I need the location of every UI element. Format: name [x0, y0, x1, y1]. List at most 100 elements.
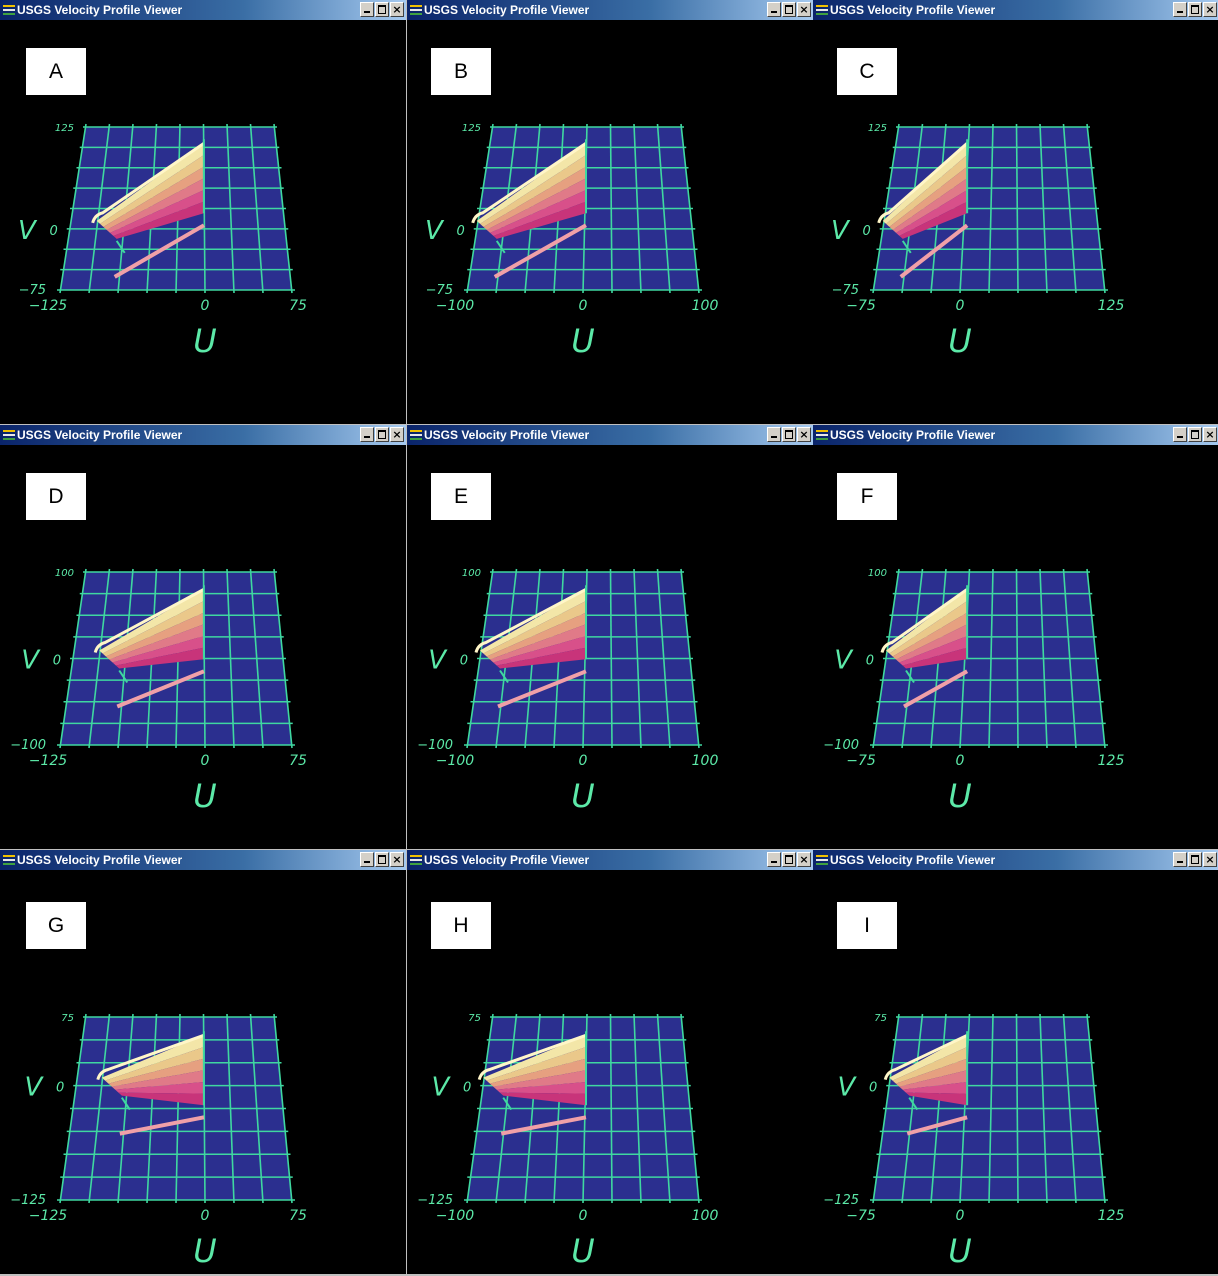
window-controls: ×: [767, 427, 811, 442]
close-icon: ×: [392, 853, 402, 866]
minimize-button[interactable]: [1173, 427, 1187, 442]
u-axis-label: U: [193, 1232, 216, 1270]
v-axis-label: V: [834, 646, 854, 676]
title-bar[interactable]: USGS Velocity Profile Viewer ×: [813, 850, 1218, 870]
maximize-button[interactable]: [782, 427, 796, 442]
title-bar[interactable]: USGS Velocity Profile Viewer ×: [0, 425, 406, 445]
app-icon: [410, 430, 422, 440]
maximize-button[interactable]: [1188, 852, 1202, 867]
u-tick-label: −100: [436, 753, 475, 769]
maximize-icon: [785, 855, 793, 864]
close-button[interactable]: ×: [390, 2, 404, 17]
title-bar[interactable]: USGS Velocity Profile Viewer ×: [407, 425, 813, 445]
close-button[interactable]: ×: [1203, 852, 1217, 867]
close-icon: ×: [799, 853, 809, 866]
u-axis-label: U: [948, 1232, 971, 1270]
window-title: USGS Velocity Profile Viewer: [830, 428, 996, 442]
minimize-button[interactable]: [767, 2, 781, 17]
minimize-icon: [771, 861, 777, 863]
close-button[interactable]: ×: [390, 852, 404, 867]
window-controls: ×: [767, 2, 811, 17]
u-tick-label: 125: [1098, 298, 1125, 314]
close-icon: ×: [392, 3, 402, 16]
u-axis-label: U: [193, 777, 216, 815]
title-bar[interactable]: USGS Velocity Profile Viewer ×: [407, 0, 813, 20]
app-icon: [816, 5, 828, 15]
minimize-button[interactable]: [1173, 2, 1187, 17]
title-bar[interactable]: USGS Velocity Profile Viewer ×: [407, 850, 813, 870]
plot-viewport: −100 0 100 100 0 −100 U V E: [407, 445, 813, 845]
close-icon: ×: [1205, 3, 1215, 16]
u-tick-label: −75: [846, 298, 876, 314]
plot-viewport: −100 0 100 75 0 −125 U V H: [407, 870, 813, 1270]
v-tick-label: 0: [869, 1081, 877, 1096]
close-button[interactable]: ×: [797, 852, 811, 867]
u-tick-label: 0: [579, 298, 588, 314]
v-axis-label: V: [837, 1073, 857, 1103]
minimize-button[interactable]: [360, 852, 374, 867]
v-tick-label: −125: [10, 1193, 46, 1208]
panel-letter-label: B: [431, 48, 491, 95]
minimize-button[interactable]: [767, 427, 781, 442]
maximize-icon: [378, 5, 386, 14]
window-controls: ×: [1173, 852, 1217, 867]
title-bar[interactable]: USGS Velocity Profile Viewer ×: [0, 850, 406, 870]
v-axis-label: V: [425, 216, 445, 246]
v-axis-label: V: [24, 1073, 44, 1103]
viewer-window: USGS Velocity Profile Viewer × −100 0 100 75 0…: [407, 850, 813, 1274]
app-icon: [816, 855, 828, 865]
close-button[interactable]: ×: [390, 427, 404, 442]
u-tick-label: 75: [289, 298, 307, 314]
maximize-button[interactable]: [1188, 2, 1202, 17]
v-axis-label: V: [831, 216, 851, 246]
u-axis-label: U: [948, 322, 971, 360]
close-button[interactable]: ×: [797, 2, 811, 17]
title-bar[interactable]: USGS Velocity Profile Viewer ×: [813, 425, 1218, 445]
u-tick-label: −100: [436, 298, 475, 314]
u-tick-label: 100: [692, 298, 719, 314]
title-bar[interactable]: USGS Velocity Profile Viewer ×: [0, 0, 406, 20]
u-tick-label: 0: [579, 753, 588, 769]
maximize-button[interactable]: [782, 2, 796, 17]
plot-viewport: −75 0 125 100 0 −100 U V F: [813, 445, 1218, 845]
v-tick-label: −125: [417, 1193, 453, 1208]
maximize-button[interactable]: [375, 852, 389, 867]
viewer-window: USGS Velocity Profile Viewer × −75 0 125 75 0−…: [813, 850, 1218, 1274]
v-tick-label: 0: [56, 1081, 64, 1096]
minimize-button[interactable]: [1173, 852, 1187, 867]
v-tick-label: 75: [874, 1013, 887, 1024]
maximize-icon: [378, 855, 386, 864]
u-axis-label: U: [193, 322, 216, 360]
u-tick-label: 0: [956, 298, 965, 314]
close-button[interactable]: ×: [1203, 427, 1217, 442]
close-icon: ×: [799, 428, 809, 441]
app-icon: [410, 855, 422, 865]
v-tick-label: −100: [10, 738, 46, 753]
v-axis-label: V: [431, 1073, 451, 1103]
minimize-button[interactable]: [360, 2, 374, 17]
close-button[interactable]: ×: [1203, 2, 1217, 17]
u-tick-label: −125: [29, 753, 68, 769]
maximize-button[interactable]: [375, 427, 389, 442]
minimize-icon: [1177, 436, 1183, 438]
window-controls: ×: [767, 852, 811, 867]
maximize-button[interactable]: [375, 2, 389, 17]
v-tick-label: 125: [462, 123, 481, 134]
v-tick-label: 0: [866, 654, 874, 669]
u-axis-label: U: [571, 1232, 594, 1270]
maximize-button[interactable]: [782, 852, 796, 867]
maximize-button[interactable]: [1188, 427, 1202, 442]
minimize-button[interactable]: [360, 427, 374, 442]
v-axis-label: V: [21, 646, 41, 676]
viewer-window: USGS Velocity Profile Viewer × −75 0 125 100 0…: [813, 425, 1218, 849]
window-title: USGS Velocity Profile Viewer: [830, 3, 996, 17]
title-bar[interactable]: USGS Velocity Profile Viewer ×: [813, 0, 1218, 20]
minimize-button[interactable]: [767, 852, 781, 867]
panel-letter-label: F: [837, 473, 897, 520]
window-controls: ×: [360, 852, 404, 867]
close-button[interactable]: ×: [797, 427, 811, 442]
v-axis-label: V: [428, 646, 448, 676]
viewer-window: USGS Velocity Profile Viewer × −75 0 125 125 0…: [813, 0, 1218, 424]
viewer-window: USGS Velocity Profile Viewer × −125 0 75 125 0…: [0, 0, 406, 424]
u-tick-label: 0: [201, 753, 210, 769]
